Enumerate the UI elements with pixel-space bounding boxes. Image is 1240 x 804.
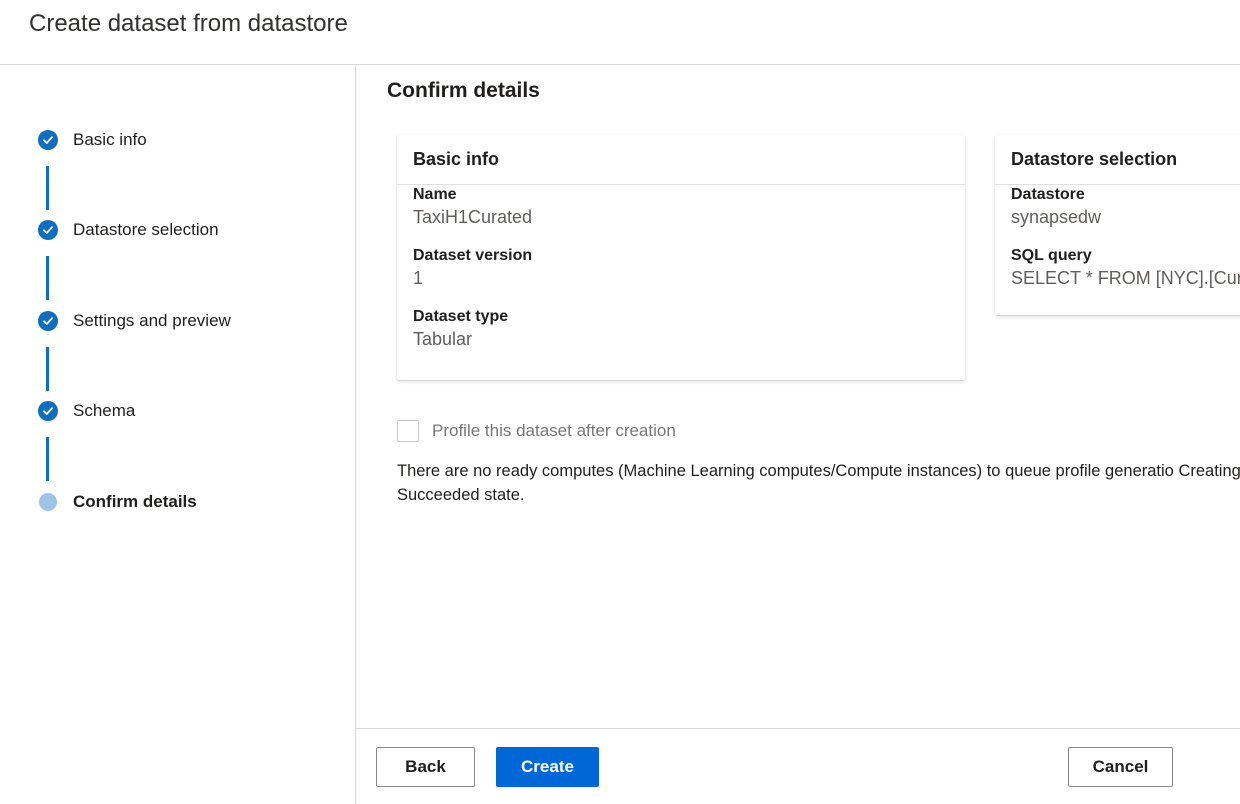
step-schema[interactable]: Schema [38,399,135,423]
dataset-type-field: Dataset type Tabular [397,307,965,351]
name-field: Name TaxiH1Curated [397,185,965,229]
footer-divider [356,728,1240,729]
step-basic-info[interactable]: Basic info [38,128,147,152]
step-label: Schema [73,401,136,420]
step-label: Confirm details [73,492,197,511]
create-button[interactable]: Create [496,747,599,787]
step-confirm-details[interactable]: Confirm details [38,490,197,514]
field-label: Dataset type [413,308,509,325]
compute-notice: There are no ready computes (Machine Lea… [397,462,1240,504]
field-value: Tabular [413,329,473,349]
back-button[interactable]: Back [376,747,475,787]
section-title: Confirm details [387,79,540,102]
step-label: Settings and preview [73,311,231,330]
cancel-button[interactable]: Cancel [1068,747,1173,787]
sql-query-field: SQL query SELECT * FROM [NYC].[Cur [995,246,1240,290]
profile-checkbox[interactable] [397,420,419,442]
checkmark-circle-icon [38,311,58,331]
step-settings-and-preview[interactable]: Settings and preview [38,309,231,333]
field-value: TaxiH1Curated [413,207,533,227]
profile-option: Profile this dataset after creation [397,420,676,442]
step-label: Basic info [73,130,147,149]
step-connector [46,256,49,300]
step-connector [46,437,49,481]
field-value: 1 [413,268,424,288]
checkmark-circle-icon [38,220,58,240]
circle-icon [39,493,57,511]
field-value: SELECT * FROM [NYC].[Cur [1011,268,1240,288]
basic-info-card: Basic info Name TaxiH1Curated Dataset ve… [397,135,965,380]
wizard-stepper: Basic info Datastore selection Settings … [0,65,355,804]
step-datastore-selection[interactable]: Datastore selection [38,218,219,242]
dialog-title: Create dataset from datastore [29,10,348,37]
datastore-selection-card: Datastore selection Datastore synapsedw … [995,135,1240,315]
step-label: Datastore selection [73,220,219,239]
dataset-version-field: Dataset version 1 [397,246,965,290]
step-connector [46,347,49,391]
datastore-field: Datastore synapsedw [995,185,1240,229]
field-label: Datastore [1011,186,1085,203]
step-connector [46,166,49,210]
checkmark-circle-icon [38,401,58,421]
stepper-divider [355,65,356,804]
field-value: synapsedw [1011,207,1102,227]
create-dataset-dialog: Create dataset from datastore Basic info… [0,0,1240,804]
field-label: SQL query [1011,247,1092,264]
field-label: Dataset version [413,247,533,264]
card-heading: Basic info [397,135,965,185]
card-heading: Datastore selection [995,135,1240,185]
checkmark-circle-icon [38,130,58,150]
field-label: Name [413,186,457,203]
profile-checkbox-label: Profile this dataset after creation [432,421,676,440]
